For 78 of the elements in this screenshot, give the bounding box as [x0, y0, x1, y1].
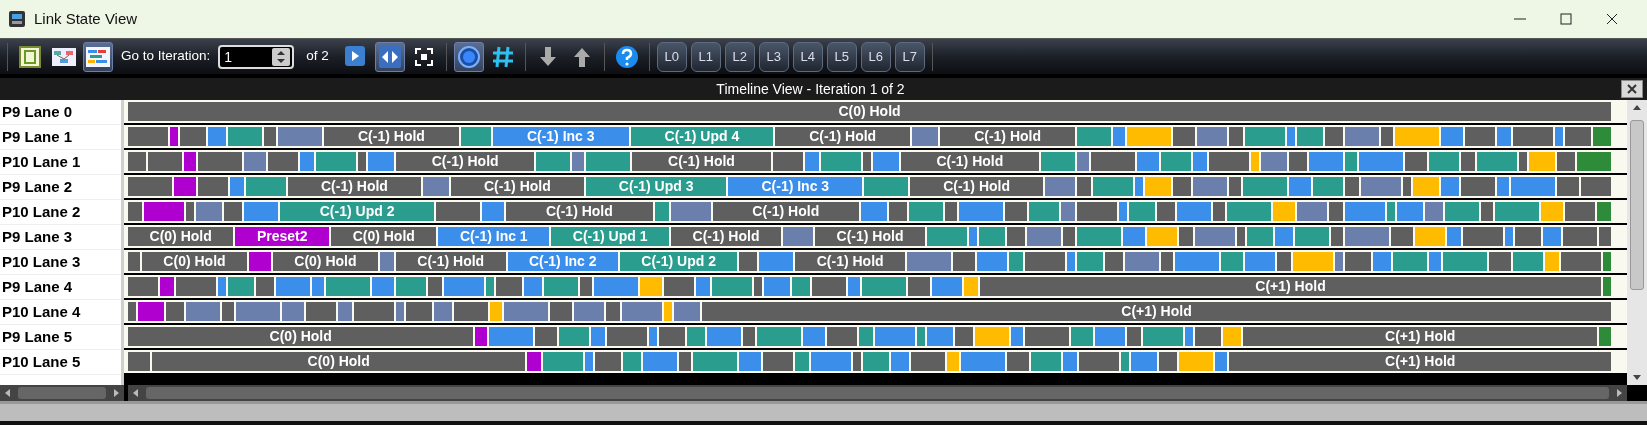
lane-name: P10 Lane 2 — [0, 200, 121, 225]
state-segment: C(+1) Hold — [980, 277, 1601, 296]
lane-button[interactable]: L7 — [894, 41, 925, 72]
vertical-scrollbar[interactable] — [1627, 100, 1647, 385]
iteration-total: of 2 — [306, 47, 329, 66]
state-segment: C(0) Hold — [152, 352, 526, 371]
state-segment: C(-1) Hold — [288, 177, 421, 196]
layout-icon — [17, 43, 43, 70]
state-segment: C(+1) Hold — [1243, 327, 1597, 346]
lane-name: P9 Lane 0 — [0, 100, 121, 125]
window-title: Link State View — [34, 8, 139, 29]
close-icon — [1604, 11, 1620, 27]
scrollbar-thumb[interactable] — [18, 387, 106, 399]
state-segment: C(-1) Upd 3 — [585, 177, 727, 196]
state-segment: C(-1) Hold — [632, 152, 771, 171]
lane-button[interactable]: L0 — [656, 41, 687, 72]
scrollbar-thumb[interactable] — [1630, 120, 1644, 290]
timeline-view-button[interactable] — [83, 41, 113, 72]
state-segment: C(0) Hold — [331, 227, 437, 246]
state-segment: C(-1) Upd 1 — [551, 227, 669, 246]
state-segment: C(-1) Upd 4 — [630, 127, 774, 146]
state-segment: C(-1) Hold — [815, 227, 926, 246]
state-segment: C(+1) Hold — [1229, 352, 1611, 371]
circle-icon — [455, 43, 482, 70]
lane-button[interactable]: L4 — [792, 41, 823, 72]
state-segment: C(-1) Upd 2 — [619, 252, 738, 271]
state-segment: C(-1) Hold — [324, 127, 459, 146]
lane-button[interactable]: L3 — [758, 41, 789, 72]
lane-name: P9 Lane 5 — [0, 325, 121, 350]
app-icon — [8, 10, 26, 28]
state-segment: C(-1) Hold — [396, 152, 535, 171]
state-segment: C(-1) Hold — [450, 177, 584, 196]
state-segment: C(-1) Upd 2 — [280, 202, 435, 221]
state-segment: C(-1) Inc 1 — [438, 227, 550, 246]
lane-name: P9 Lane 2 — [0, 175, 121, 200]
swap-button[interactable] — [374, 41, 405, 72]
lane-button[interactable]: L2 — [724, 41, 755, 72]
close-icon — [1627, 84, 1637, 94]
state-segment: C(0) Hold — [128, 227, 234, 246]
help-icon — [613, 43, 640, 70]
lane-name: P10 Lane 1 — [0, 150, 121, 175]
state-segment: Preset2 — [235, 227, 330, 246]
state-segment: C(-1) Inc 2 — [507, 252, 618, 271]
lane-name: P9 Lane 1 — [0, 125, 121, 150]
state-segment: C(-1) Hold — [940, 127, 1076, 146]
state-segment: C(+1) Hold — [702, 302, 1611, 321]
circle-button[interactable] — [453, 41, 484, 72]
lane-name: P9 Lane 4 — [0, 275, 121, 300]
panel-title: Timeline View - Iteration 1 of 2 — [716, 79, 905, 99]
swap-icon — [376, 43, 403, 70]
scrollbar-thumb[interactable] — [146, 387, 1609, 399]
state-segment: C(-1) Hold — [775, 127, 911, 146]
state-segment: C(-1) Hold — [671, 227, 782, 246]
maximize-icon — [1558, 11, 1574, 27]
state-segment: C(0) Hold — [272, 252, 378, 271]
state-segment: C(0) Hold — [128, 102, 1611, 121]
iteration-label: Go to Iteration: — [121, 47, 211, 66]
minimize-icon — [1514, 18, 1526, 20]
lane-name: P10 Lane 4 — [0, 300, 121, 325]
state-segment: C(0) Hold — [128, 327, 474, 346]
state-segment: C(0) Hold — [142, 252, 247, 271]
state-segment: C(-1) Inc 3 — [492, 127, 629, 146]
lane-name: P10 Lane 3 — [0, 250, 121, 275]
state-segment: C(-1) Hold — [795, 252, 905, 271]
state-segment: C(-1) Hold — [910, 177, 1044, 196]
state-segment: C(-1) Hold — [506, 202, 653, 221]
state-segment: C(-1) Hold — [395, 252, 506, 271]
lane-button[interactable]: L6 — [860, 41, 891, 72]
close-button[interactable] — [1621, 80, 1643, 98]
state-segment: C(-1) Inc 3 — [728, 177, 863, 196]
state-segment: C(-1) Hold — [712, 202, 859, 221]
horizontal-scrollbar[interactable] — [128, 385, 1627, 401]
lane-button[interactable]: L1 — [690, 41, 721, 72]
lane-name: P9 Lane 3 — [0, 225, 121, 250]
lane-name: P10 Lane 5 — [0, 350, 121, 375]
lane-button[interactable]: L5 — [826, 41, 857, 72]
horizontal-scrollbar[interactable] — [0, 385, 124, 401]
state-segment: C(-1) Hold — [900, 152, 1039, 171]
